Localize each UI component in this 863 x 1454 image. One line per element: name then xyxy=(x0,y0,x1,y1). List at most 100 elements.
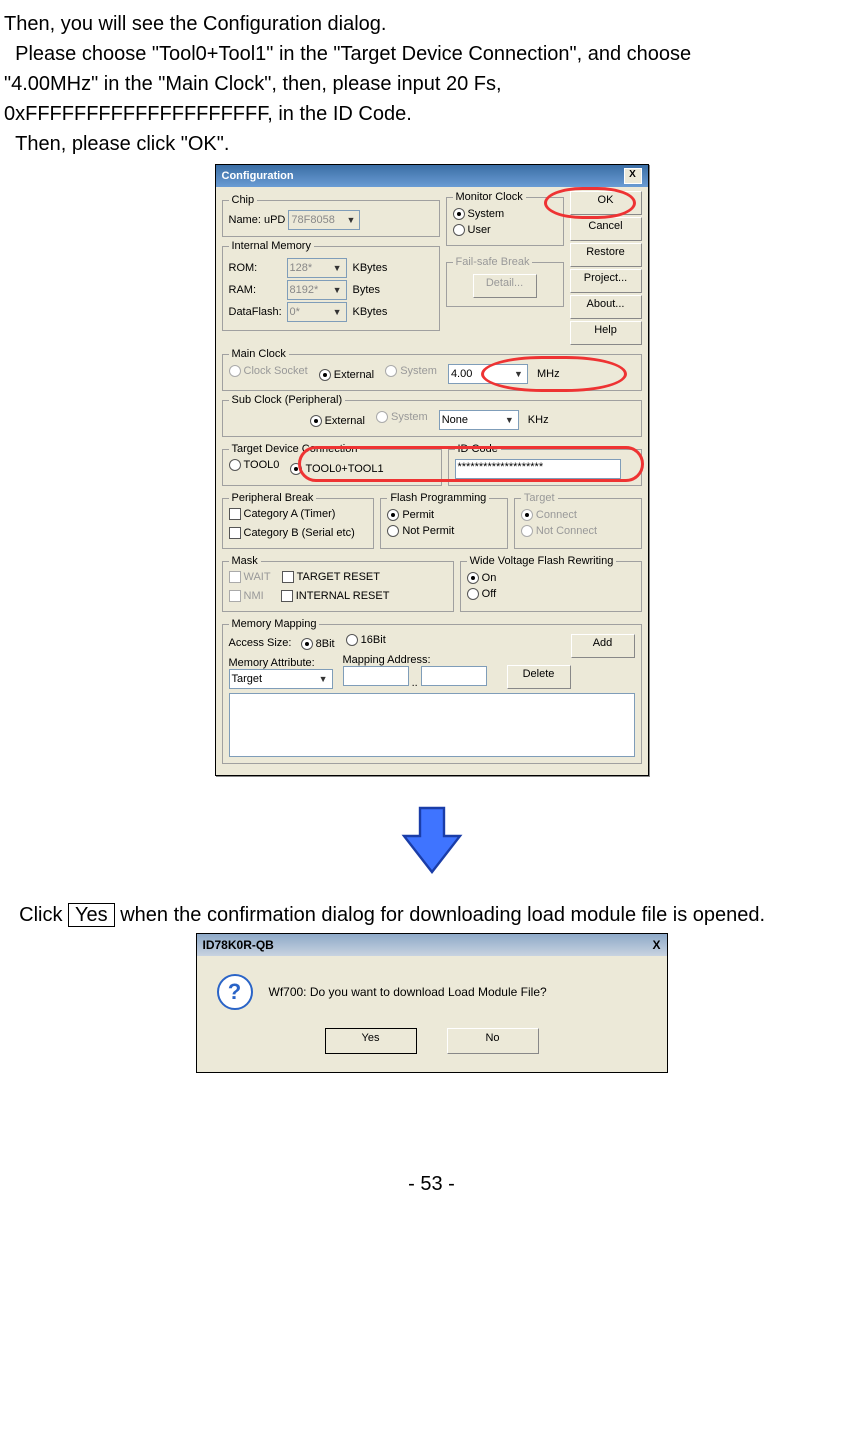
memory-attribute-combo[interactable]: Target▼ xyxy=(229,669,333,689)
target-device-connection-group: Target Device Connection TOOL0 TOOL0+TOO… xyxy=(222,443,442,486)
main-clock-external-radio[interactable]: External xyxy=(319,369,374,381)
monitor-clock-system-radio[interactable]: System xyxy=(453,208,505,220)
cancel-button[interactable]: Cancel xyxy=(570,217,642,241)
memory-mapping-list[interactable] xyxy=(229,693,635,757)
project-button[interactable]: Project... xyxy=(570,269,642,293)
main-clock-combo[interactable]: 4.00▼ xyxy=(448,364,528,384)
target-reset-check[interactable]: TARGET RESET xyxy=(282,571,380,583)
ram-combo: 8192*▼ xyxy=(287,280,347,300)
intro-line: Please choose "Tool0+Tool1" in the "Targ… xyxy=(4,40,859,68)
mapping-sep: .. xyxy=(412,677,418,689)
chevron-down-icon: ▼ xyxy=(345,215,358,225)
sub-clock-system-radio: System xyxy=(376,411,428,423)
sub-clock-group: Sub Clock (Peripheral) External System N… xyxy=(222,394,642,437)
restore-button[interactable]: Restore xyxy=(570,243,642,267)
id-code-group: ID Code ******************** xyxy=(448,443,642,486)
page-number: - 53 - xyxy=(4,1173,859,1196)
chip-name-combo: 78F8058▼ xyxy=(288,210,360,230)
tool0-tool1-radio[interactable]: TOOL0+TOOL1 xyxy=(290,463,383,475)
intro-line: 0xFFFFFFFFFFFFFFFFFFFF, in the ID Code. xyxy=(4,100,859,128)
mapping-address-label: Mapping Address: xyxy=(343,654,487,666)
main-clock-group: Main Clock Clock Socket External System … xyxy=(222,348,642,391)
dataflash-label: DataFlash: xyxy=(229,306,287,318)
rom-unit: KBytes xyxy=(353,262,388,274)
mapping-address-to[interactable] xyxy=(421,666,487,686)
wvfr-on-radio[interactable]: On xyxy=(467,572,497,584)
tdc-legend: Target Device Connection xyxy=(229,443,361,455)
help-button[interactable]: Help xyxy=(570,321,642,345)
target-legend: Target xyxy=(521,492,558,504)
confirm-instruction: Click Yes when the confirmation dialog f… xyxy=(8,904,855,927)
dataflash-combo: 0*▼ xyxy=(287,302,347,322)
close-icon[interactable]: X xyxy=(624,168,642,184)
msg-titlebar: ID78K0R-QB X xyxy=(197,934,667,956)
flash-programming-group: Flash Programming Permit Not Permit xyxy=(380,492,508,549)
clock-socket-radio: Clock Socket xyxy=(229,365,308,377)
ram-unit: Bytes xyxy=(353,284,381,296)
mapping-address-from[interactable] xyxy=(343,666,409,686)
download-confirm-dialog: ID78K0R-QB X ? Wf700: Do you want to dow… xyxy=(196,933,668,1073)
question-icon: ? xyxy=(217,974,253,1010)
memory-mapping-group: Memory Mapping Access Size: 8Bit 16Bit A… xyxy=(222,618,642,764)
yes-box: Yes xyxy=(68,903,115,927)
8bit-radio[interactable]: 8Bit xyxy=(301,638,335,650)
category-a-check[interactable]: Category A (Timer) xyxy=(229,508,336,520)
sub-clock-external-radio[interactable]: External xyxy=(310,415,365,427)
about-button[interactable]: About... xyxy=(570,295,642,319)
chip-name-label: Name: uPD xyxy=(229,214,286,226)
internal-memory-legend: Internal Memory xyxy=(229,240,314,252)
rom-combo: 128*▼ xyxy=(287,258,347,278)
chevron-down-icon[interactable]: ▼ xyxy=(503,415,516,425)
memmap-legend: Memory Mapping xyxy=(229,618,320,630)
monitor-clock-legend: Monitor Clock xyxy=(453,191,526,203)
add-button[interactable]: Add xyxy=(571,634,635,658)
wvfr-off-radio[interactable]: Off xyxy=(467,588,496,600)
intro-line: Then, you will see the Configuration dia… xyxy=(4,10,859,38)
dataflash-unit: KBytes xyxy=(353,306,388,318)
monitor-clock-user-radio[interactable]: User xyxy=(453,224,491,236)
permit-radio[interactable]: Permit xyxy=(387,509,434,521)
no-button[interactable]: No xyxy=(447,1028,539,1054)
close-icon[interactable]: X xyxy=(652,938,660,952)
chevron-down-icon[interactable]: ▼ xyxy=(512,369,525,379)
failsafe-group: Fail-safe Break Detail... xyxy=(446,256,564,307)
internal-reset-check[interactable]: INTERNAL RESET xyxy=(281,590,390,602)
pbreak-legend: Peripheral Break xyxy=(229,492,317,504)
16bit-radio[interactable]: 16Bit xyxy=(346,634,386,646)
sub-clock-unit: KHz xyxy=(528,414,549,426)
category-b-check[interactable]: Category B (Serial etc) xyxy=(229,527,355,539)
main-clock-legend: Main Clock xyxy=(229,348,289,360)
fprog-legend: Flash Programming xyxy=(387,492,489,504)
wvfr-legend: Wide Voltage Flash Rewriting xyxy=(467,555,617,567)
chevron-down-icon: ▼ xyxy=(331,307,344,317)
monitor-clock-group: Monitor Clock System User xyxy=(446,191,564,246)
target-group: Target Connect Not Connect xyxy=(514,492,642,549)
mask-legend: Mask xyxy=(229,555,261,567)
sub-clock-legend: Sub Clock (Peripheral) xyxy=(229,394,346,406)
dialog-titlebar: Configuration X xyxy=(216,165,648,187)
memory-attribute-label: Memory Attribute: xyxy=(229,657,333,669)
failsafe-detail-button: Detail... xyxy=(473,274,537,298)
delete-button[interactable]: Delete xyxy=(507,665,571,689)
dialog-title: Configuration xyxy=(222,170,294,182)
tool0-radio[interactable]: TOOL0 xyxy=(229,459,280,471)
chip-group: Chip Name: uPD 78F8058▼ xyxy=(222,194,440,237)
wait-check: WAIT xyxy=(229,571,271,583)
intro-line: Then, please click "OK". xyxy=(4,130,859,158)
msg-text: Wf700: Do you want to download Load Modu… xyxy=(269,985,547,999)
down-arrow-icon xyxy=(392,800,472,880)
connect-radio: Connect xyxy=(521,509,577,521)
mask-group: Mask WAIT TARGET RESET NMI INTERNAL RESE… xyxy=(222,555,454,612)
access-size-label: Access Size: xyxy=(229,637,292,649)
ok-button[interactable]: OK xyxy=(570,191,642,215)
yes-button[interactable]: Yes xyxy=(325,1028,417,1054)
internal-memory-group: Internal Memory ROM: 128*▼ KBytes RAM: 8… xyxy=(222,240,440,331)
sub-clock-combo[interactable]: None▼ xyxy=(439,410,519,430)
failsafe-legend: Fail-safe Break xyxy=(453,256,533,268)
chevron-down-icon[interactable]: ▼ xyxy=(317,674,330,684)
chevron-down-icon: ▼ xyxy=(331,263,344,273)
rom-label: ROM: xyxy=(229,262,287,274)
not-permit-radio[interactable]: Not Permit xyxy=(387,525,454,537)
main-clock-unit: MHz xyxy=(537,368,560,380)
id-code-input[interactable]: ******************** xyxy=(455,459,621,479)
